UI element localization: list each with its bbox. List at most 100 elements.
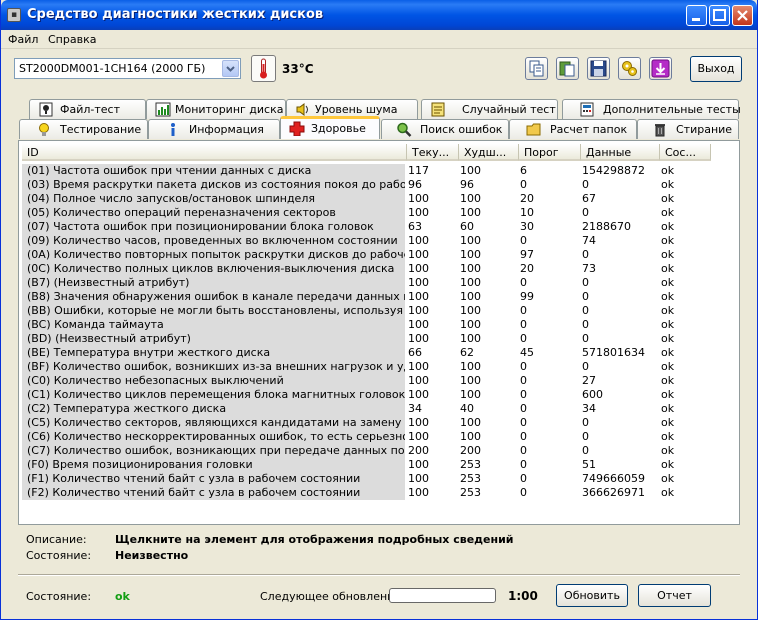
cell-data: 571801634 xyxy=(582,346,645,359)
cell-current: 34 xyxy=(408,402,422,415)
table-row[interactable]: (F2) Количество чтений байт с узла в раб… xyxy=(22,486,736,500)
cell-status: ok xyxy=(661,472,675,485)
cell-status: ok xyxy=(661,262,675,275)
tab-information[interactable]: Информация xyxy=(148,119,280,139)
cell-id: (C6) Количество нескорректированных ошиб… xyxy=(22,430,405,444)
cell-current: 100 xyxy=(408,472,429,485)
info-icon xyxy=(171,123,175,136)
table-row[interactable]: (0C) Количество полных циклов включения-… xyxy=(22,262,736,276)
cell-data: 749666059 xyxy=(582,472,645,485)
smart-table[interactable]: ID Теку... Худш... Порог Данные Сос... (… xyxy=(22,144,736,522)
table-row[interactable]: (0A) Количество повторных попыток раскру… xyxy=(22,248,736,262)
table-row[interactable]: (F0) Время позиционирования головки 100 25… xyxy=(22,458,736,472)
temperature-indicator xyxy=(251,55,276,82)
dropdown-button[interactable] xyxy=(222,60,239,77)
menu-file[interactable]: Файл xyxy=(8,33,38,46)
cell-worst: 100 xyxy=(460,206,481,219)
cell-worst: 253 xyxy=(460,486,481,499)
close-button[interactable] xyxy=(732,5,753,26)
exit-button[interactable]: Выход xyxy=(690,56,742,82)
cell-id: (01) Частота ошибок при чтении данных с … xyxy=(22,164,405,178)
column-header-data[interactable]: Данные xyxy=(581,144,660,161)
cell-current: 66 xyxy=(408,346,422,359)
tab-health[interactable]: Здоровье xyxy=(280,116,380,139)
cell-worst: 100 xyxy=(460,248,481,261)
cell-worst: 253 xyxy=(460,472,481,485)
table-row[interactable]: (05) Количество операций переназначения … xyxy=(22,206,736,220)
column-header-status[interactable]: Сос... xyxy=(660,144,711,161)
copy-icon xyxy=(529,60,544,77)
footer-status-value: ok xyxy=(115,590,130,603)
download-arrow-icon xyxy=(651,59,670,78)
cell-data: 0 xyxy=(582,444,589,457)
tab-erase[interactable]: Стирание xyxy=(637,119,739,139)
cell-worst: 100 xyxy=(460,416,481,429)
temperature-value: 33°C xyxy=(282,62,314,76)
maximize-icon xyxy=(713,9,726,21)
maximize-button[interactable] xyxy=(709,5,730,26)
cell-data: 2188670 xyxy=(582,220,631,233)
table-row[interactable]: (09) Количество часов, проведенных во вк… xyxy=(22,234,736,248)
table-row[interactable]: (F1) Количество чтений байт с узла в раб… xyxy=(22,472,736,486)
cell-threshold: 0 xyxy=(520,444,527,457)
cell-id: (C2) Температура жесткого диска xyxy=(22,402,405,416)
report-button[interactable]: Отчет xyxy=(638,584,711,607)
cell-worst: 100 xyxy=(460,290,481,303)
cell-id: (B8) Значения обнаружения ошибок в канал… xyxy=(22,290,405,304)
table-row[interactable]: (07) Частота ошибок при позиционировании… xyxy=(22,220,736,234)
tab-file-test[interactable]: Файл-тест xyxy=(29,99,146,119)
bar-chart-icon xyxy=(155,102,171,117)
table-row[interactable]: (C0) Количество небезопасных выключений 1… xyxy=(22,374,736,388)
paste-button[interactable] xyxy=(556,57,579,80)
table-row[interactable]: (BE) Температура внутри жесткого диска 66… xyxy=(22,346,736,360)
table-row[interactable]: (C6) Количество нескорректированных ошиб… xyxy=(22,430,736,444)
table-row[interactable]: (04) Полное число запусков/остановок шпи… xyxy=(22,192,736,206)
table-row[interactable]: (C7) Количество ошибок, возникающих при … xyxy=(22,444,736,458)
cell-status: ok xyxy=(661,332,675,345)
table-row[interactable]: (B7) (Неизвестный атрибут) 100 100 0 0 ok xyxy=(22,276,736,290)
menu-bar: Файл Справка xyxy=(1,30,757,49)
cell-worst: 100 xyxy=(460,192,481,205)
menu-help[interactable]: Справка xyxy=(48,33,96,46)
title-bar[interactable]: ▪ Средство диагностики жестких дисков xyxy=(1,0,757,30)
tab-disk-monitoring[interactable]: Мониторинг диска xyxy=(146,99,286,119)
table-row[interactable]: (C1) Количество циклов перемещения блока… xyxy=(22,388,736,402)
column-header-worst[interactable]: Худш... xyxy=(459,144,519,161)
cell-threshold: 0 xyxy=(520,458,527,471)
minimize-button[interactable] xyxy=(686,5,707,26)
tab-random-test[interactable]: Случайный тест xyxy=(421,99,558,119)
table-row[interactable]: (03) Время раскрутки пакета дисков из со… xyxy=(22,178,736,192)
cell-status: ok xyxy=(661,304,675,317)
tab-additional-tests[interactable]: Дополнительные тесты xyxy=(562,99,741,119)
cell-worst: 100 xyxy=(460,388,481,401)
tab-folder-calc[interactable]: Расчет папок xyxy=(509,119,637,139)
copy-button[interactable] xyxy=(525,57,548,80)
cell-status: ok xyxy=(661,290,675,303)
cell-current: 200 xyxy=(408,444,429,457)
table-row[interactable]: (01) Частота ошибок при чтении данных с … xyxy=(22,164,736,178)
tab-error-search[interactable]: Поиск ошибок xyxy=(381,119,509,139)
table-row[interactable]: (BB) Ошибки, которые не могли быть восст… xyxy=(22,304,736,318)
column-header-id[interactable]: ID xyxy=(22,144,407,161)
cell-id: (09) Количество часов, проведенных во вк… xyxy=(22,234,405,248)
column-header-threshold[interactable]: Порог xyxy=(519,144,581,161)
tab-testing[interactable]: Тестирование xyxy=(19,119,148,139)
refresh-button[interactable]: Обновить xyxy=(556,584,628,607)
cell-current: 100 xyxy=(408,332,429,345)
table-row[interactable]: (C2) Температура жесткого диска 34 40 0 34 ok xyxy=(22,402,736,416)
drive-select-value: ST2000DM001-1CH164 (2000 ГБ) xyxy=(19,62,206,75)
cell-worst: 60 xyxy=(460,220,474,233)
table-row[interactable]: (C5) Количество секторов, являющихся кан… xyxy=(22,416,736,430)
cell-status: ok xyxy=(661,248,675,261)
column-header-current[interactable]: Теку... xyxy=(407,144,459,161)
table-row[interactable]: (B8) Значения обнаружения ошибок в канал… xyxy=(22,290,736,304)
table-row[interactable]: (BD) (Неизвестный атрибут) 100 100 0 0 ok xyxy=(22,332,736,346)
cell-threshold: 10 xyxy=(520,206,534,219)
cell-data: 600 xyxy=(582,388,603,401)
drive-select[interactable]: ST2000DM001-1CH164 (2000 ГБ) xyxy=(14,58,241,79)
download-button[interactable] xyxy=(649,57,672,80)
table-row[interactable]: (BC) Команда таймаута 100 100 0 0 ok xyxy=(22,318,736,332)
save-button[interactable] xyxy=(587,57,610,80)
table-row[interactable]: (BF) Количество ошибок, возникших из-за … xyxy=(22,360,736,374)
settings-button[interactable] xyxy=(618,57,641,80)
